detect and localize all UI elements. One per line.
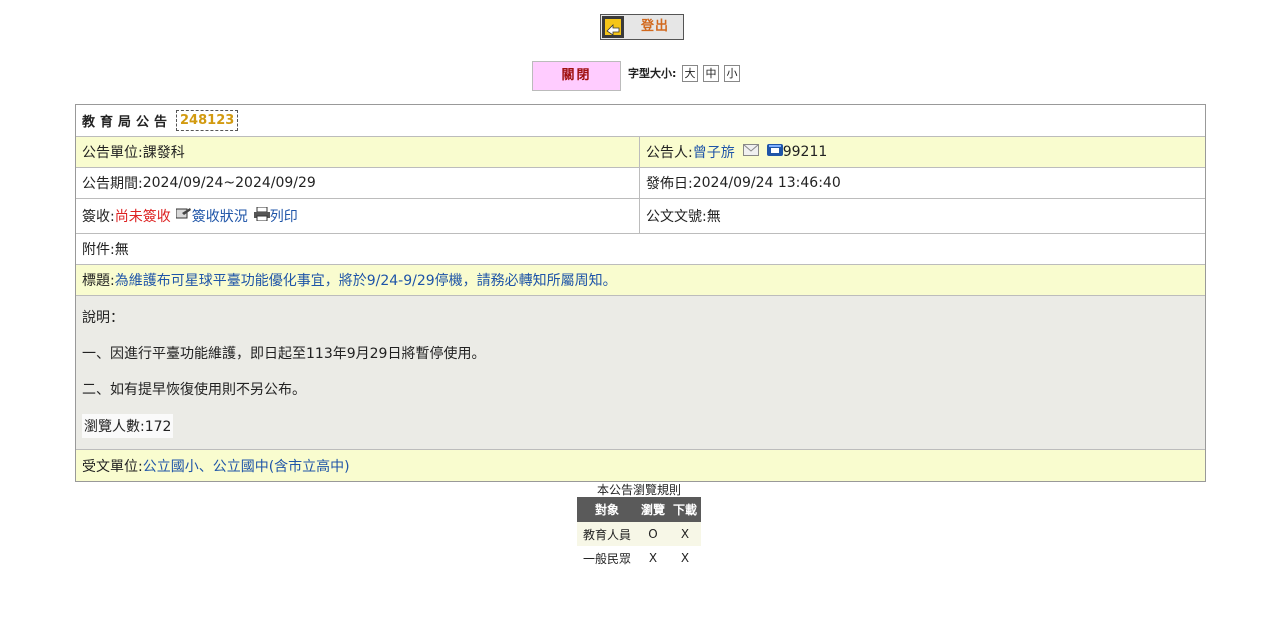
attachment-row: 附件: 無 (76, 234, 1205, 265)
subject-label: 標題: (82, 273, 115, 289)
rules-title: 本公告瀏覽規則 (597, 483, 682, 497)
rules-table: 對象 瀏覽 下載 教育人員 O X 一般民眾 X X (577, 497, 702, 570)
rules-row: 教育人員 O X (577, 522, 702, 546)
rules-cell: 教育人員 (577, 522, 637, 546)
views-label: 瀏覽人數: (84, 419, 145, 435)
unit-row: 公告單位: 課發科 公告人: 曾子旂 99211 (76, 137, 1205, 168)
rules-header-target: 對象 (577, 497, 637, 522)
printer-icon[interactable] (253, 206, 270, 225)
description-line-2: 二、如有提早恢復使用則不另公布。 (82, 382, 306, 398)
rules-header-view: 瀏覽 (637, 497, 670, 522)
notice-header: 教育局公告 (82, 115, 173, 130)
description-line-1: 一、因進行平臺功能維護，即日起至113年9月29日將暫停使用。 (82, 346, 486, 362)
rules-row: 一般民眾 X X (577, 546, 702, 570)
recipients-value: 公立國小、公立國中(含市立高中) (142, 458, 350, 475)
announcer-label: 公告人: (646, 145, 693, 161)
font-size-label: 字型大小: (628, 67, 677, 80)
font-size-large-button[interactable]: 大 (682, 65, 698, 82)
rules-cell: 一般民眾 (577, 546, 637, 570)
sign-status: 尚未簽收 (114, 209, 171, 225)
close-button[interactable]: 關閉 (532, 61, 621, 91)
phone-icon (766, 143, 783, 161)
unit-value: 課發科 (142, 145, 185, 161)
logout-button[interactable]: 登出 (600, 14, 684, 40)
subject-row: 標題: 為維護布可星球平臺功能優化事宜，將於9/24-9/29停機，請務必轉知所… (76, 265, 1205, 296)
sign-label: 簽收: (82, 209, 115, 225)
sign-status-icon[interactable] (175, 207, 192, 225)
publish-date: 2024/09/24 13:46:40 (692, 175, 841, 191)
doc-no-label: 公文文號: (646, 209, 707, 225)
period-label: 公告期間: (82, 176, 143, 192)
doc-no-value: 無 (706, 209, 721, 225)
rules-cell: O (637, 522, 670, 546)
sign-row: 簽收: 尚未簽收 簽收狀況 列印 公文文號: 無 (76, 199, 1205, 234)
sign-status-link[interactable]: 簽收狀況 (192, 206, 248, 226)
notice-id[interactable]: 248123 (176, 110, 239, 131)
print-link[interactable]: 列印 (270, 206, 298, 226)
rules-cell: X (637, 546, 670, 570)
rules-cell: X (669, 546, 702, 570)
description-row: 說明： 一、因進行平臺功能維護，即日起至113年9月29日將暫停使用。 二、如有… (76, 296, 1205, 450)
recipients-row: 受文單位: 公立國小、公立國中(含市立高中) (76, 450, 1205, 481)
attachment-value: 無 (114, 242, 129, 258)
attachment-label: 附件: (82, 242, 115, 258)
font-size-small-button[interactable]: 小 (724, 65, 740, 82)
rules-header-download: 下載 (669, 497, 702, 522)
phone-number: 99211 (782, 144, 828, 160)
logout-arrow-icon (602, 16, 624, 38)
notice-header-row: 教育局公告 248123 (76, 105, 1205, 137)
announcer-link[interactable]: 曾子旂 (693, 142, 735, 162)
views-value: 172 (144, 419, 172, 435)
view-count: 瀏覽人數:172 (82, 414, 174, 438)
rules-cell: X (669, 522, 702, 546)
recipients-label: 受文單位: (82, 458, 143, 475)
period-row: 公告期間: 2024/09/24~2024/09/29 發佈日: 2024/09… (76, 168, 1205, 199)
publish-label: 發佈日: (646, 176, 693, 192)
notice-table: 教育局公告 248123 公告單位: 課發科 公告人: 曾子旂 99211 公告… (75, 104, 1206, 482)
period-value: 2024/09/24~2024/09/29 (142, 175, 316, 191)
font-size-medium-button[interactable]: 中 (703, 65, 719, 82)
unit-label: 公告單位: (82, 145, 143, 161)
logout-label: 登出 (640, 19, 669, 34)
mail-icon[interactable] (742, 144, 759, 160)
description-heading: 說明： (82, 310, 124, 326)
subject-text: 為維護布可星球平臺功能優化事宜，將於9/24-9/29停機，請務必轉知所屬周知。 (114, 273, 617, 289)
